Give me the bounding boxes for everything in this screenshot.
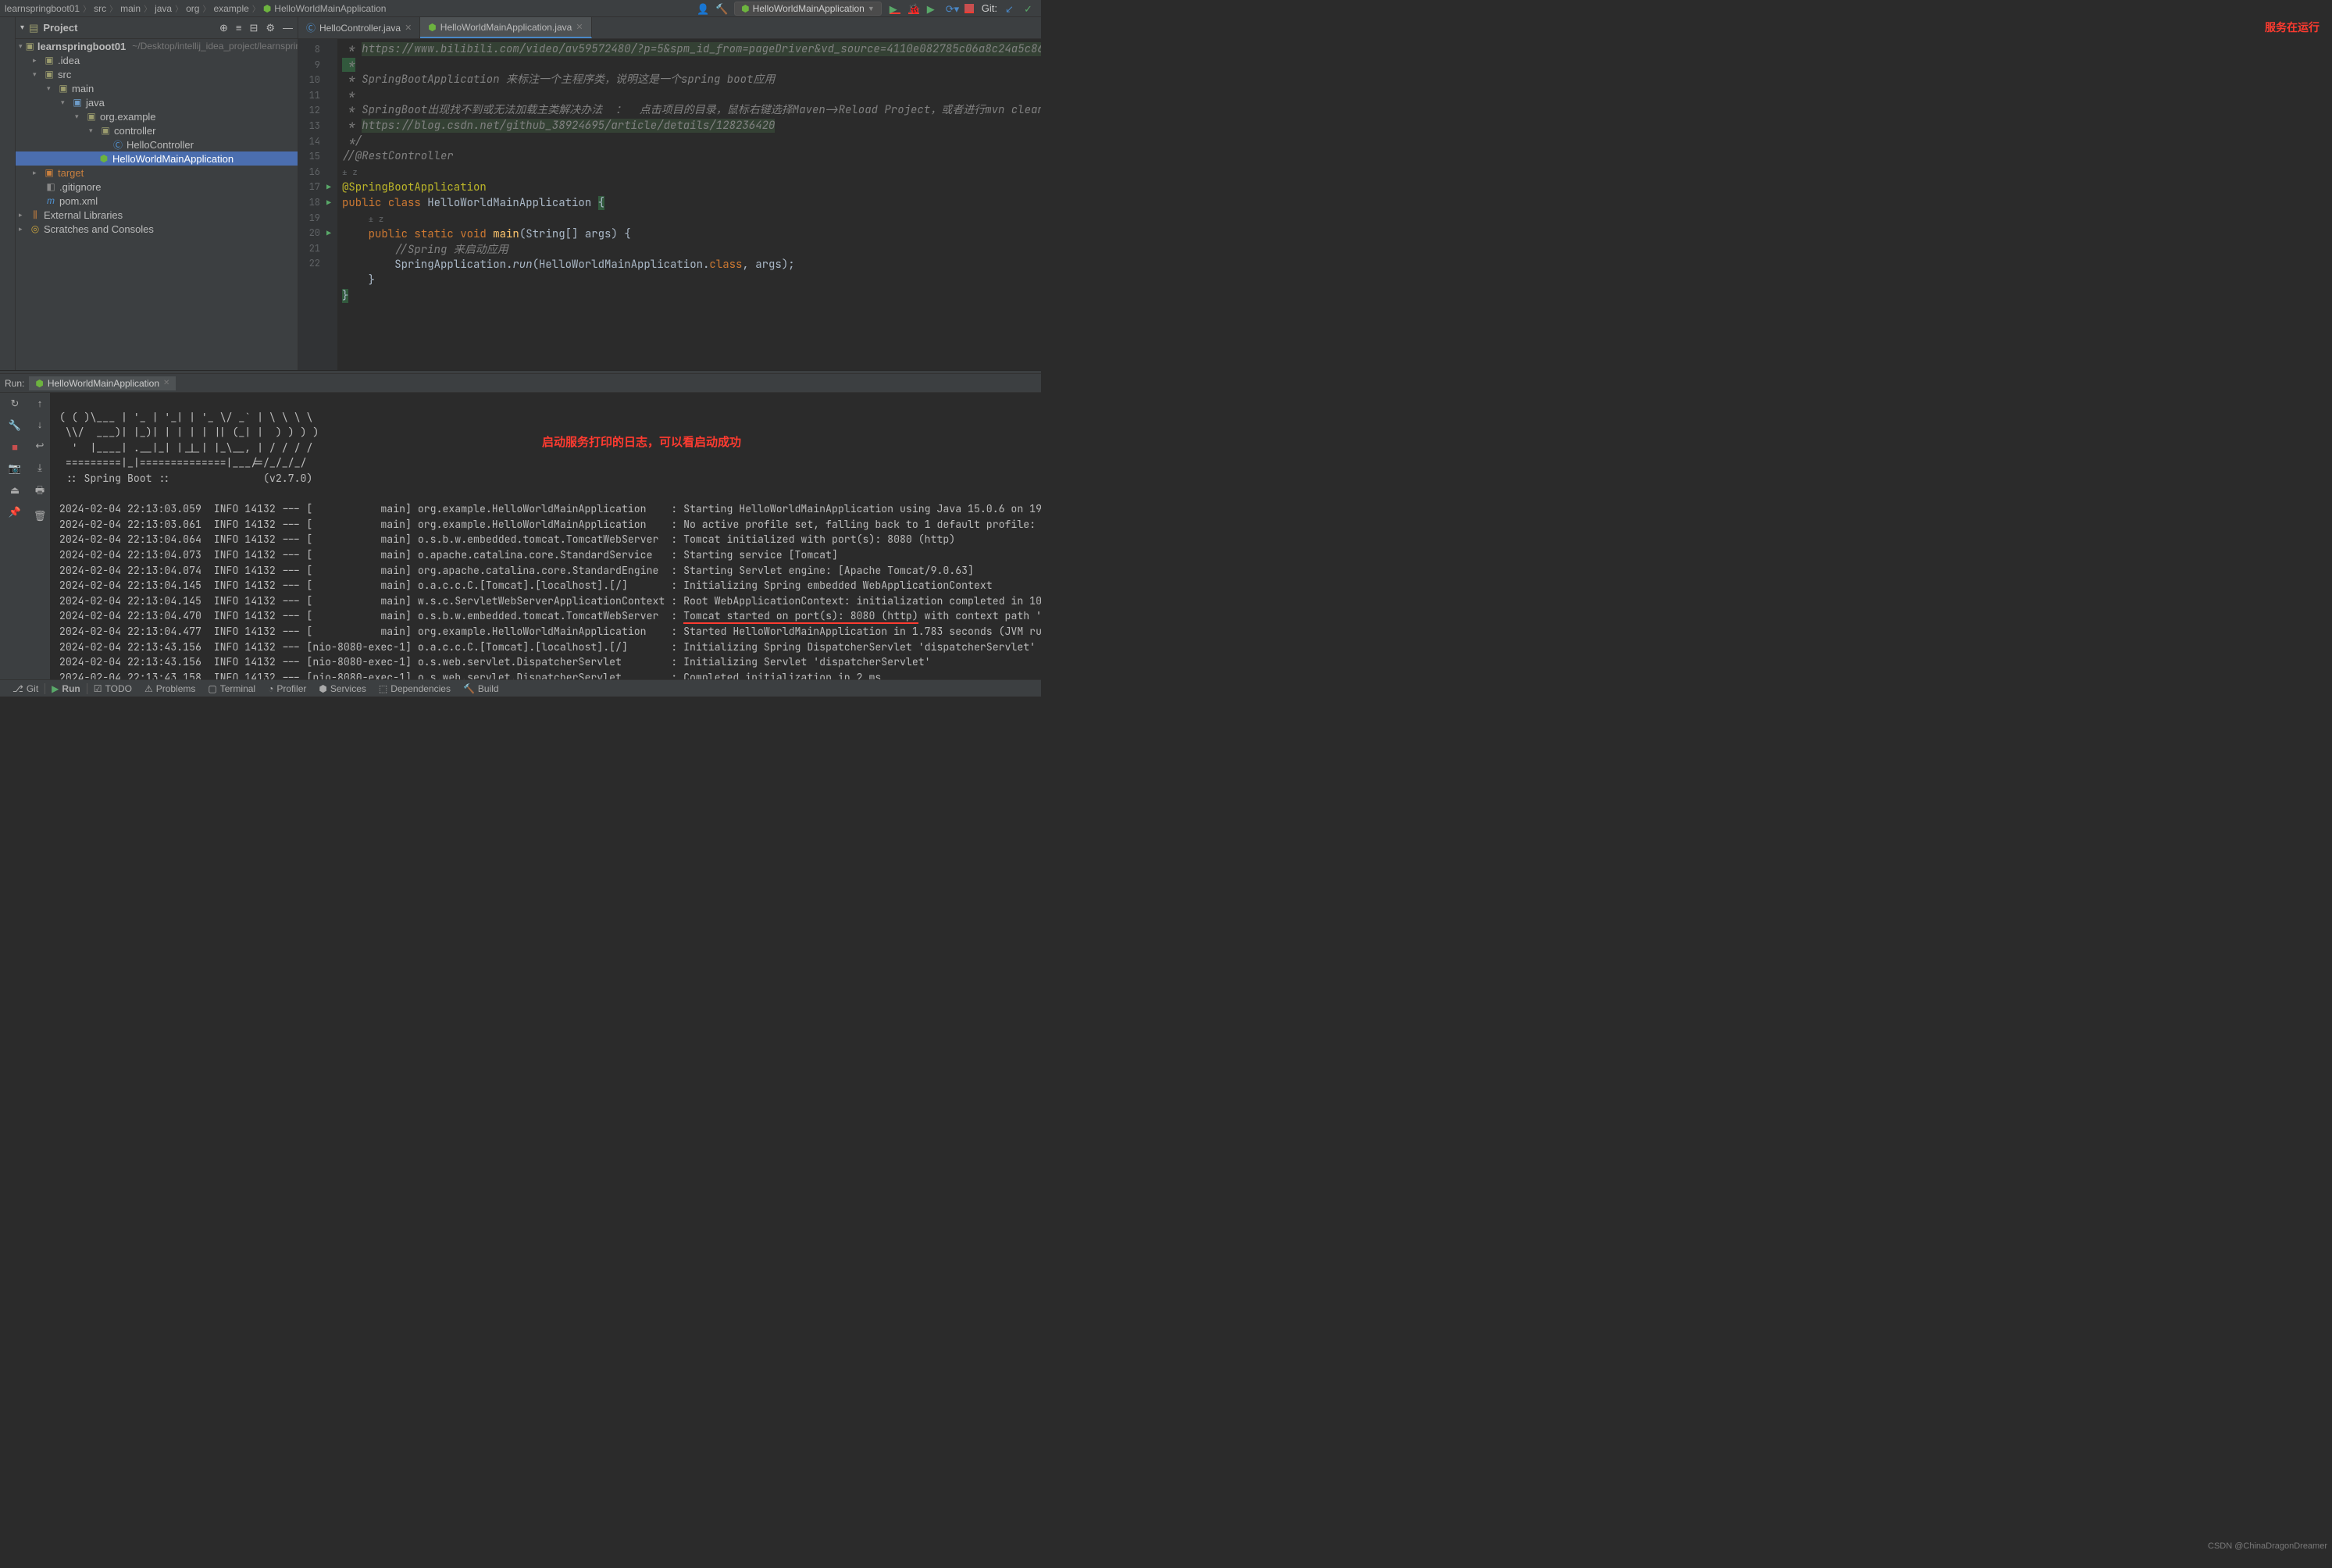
breadcrumb: learnspringboot01〉 src〉 main〉 java〉 org〉…	[0, 2, 386, 14]
editor-gutter[interactable]: ▶ ▶ ▶	[325, 39, 337, 370]
breadcrumb-item[interactable]: java	[155, 3, 172, 14]
annotation-running: 服务在运行	[2265, 20, 2320, 35]
tab-hello-main[interactable]: ⬢ HelloWorldMainApplication.java ✕	[420, 17, 591, 38]
breadcrumb-item[interactable]: src	[94, 3, 106, 14]
hide-icon[interactable]: —	[283, 22, 293, 34]
coverage-icon[interactable]: ▶	[927, 3, 938, 14]
breadcrumb-item[interactable]: HelloWorldMainApplication	[274, 3, 386, 14]
chevron-down-icon[interactable]: ▾	[20, 23, 24, 32]
rerun-icon[interactable]: ↻	[11, 397, 20, 410]
vcs-commit-icon[interactable]: ✓	[1024, 3, 1035, 14]
navigation-bar: learnspringboot01〉 src〉 main〉 java〉 org〉…	[0, 0, 1041, 17]
run-sidebar-left: ↻ 🔧 ■ 📷 ⏏ 📌	[0, 393, 30, 679]
tab-hello-controller[interactable]: Ⓒ HelloController.java ✕	[298, 17, 420, 38]
tree-folder-target[interactable]: ▸▣target	[16, 166, 298, 180]
code-editor[interactable]: 8910111213141516171819202122 ▶ ▶ ▶ * htt…	[298, 39, 1041, 370]
git-label: Git:	[982, 2, 997, 14]
tree-folder-idea[interactable]: ▸▣.idea	[16, 53, 298, 67]
tree-file-pom[interactable]: mpom.xml	[16, 194, 298, 208]
tree-folder-main[interactable]: ▾▣main	[16, 81, 298, 95]
spring-icon: ⬢	[741, 3, 749, 14]
collapse-all-icon[interactable]: ⊟	[249, 22, 258, 34]
wrench-icon[interactable]: 🔧	[9, 419, 21, 432]
close-icon[interactable]: ✕	[576, 22, 583, 32]
editor-tabs: Ⓒ HelloController.java ✕ ⬢ HelloWorldMai…	[298, 17, 1041, 39]
status-services[interactable]: ⬢Services	[312, 683, 373, 694]
code-content[interactable]: * https://www.bilibili.com/video/av59572…	[337, 39, 1041, 370]
run-sidebar-inner: ↑ ↓ ↩ ⤓ 🖶 🗑	[30, 393, 50, 679]
breadcrumb-item[interactable]: example	[213, 3, 248, 14]
editor-area: Ⓒ HelloController.java ✕ ⬢ HelloWorldMai…	[298, 17, 1041, 370]
breadcrumb-item[interactable]: learnspringboot01	[5, 3, 80, 14]
tree-file-gitignore[interactable]: ◧.gitignore	[16, 180, 298, 194]
tree-external-libraries[interactable]: ▸⫼External Libraries	[16, 208, 298, 222]
status-todo[interactable]: ☑TODO	[87, 683, 138, 694]
status-build[interactable]: 🔨Build	[457, 683, 505, 694]
breadcrumb-item[interactable]: org	[186, 3, 199, 14]
vcs-update-icon[interactable]: ↙	[1005, 3, 1016, 14]
project-panel: ▾ ▤ Project ⊕ ≡ ⊟ ⚙ — ▾▣ learnspringboot…	[16, 17, 298, 370]
class-icon: Ⓒ	[306, 21, 316, 34]
print-icon[interactable]: 🖶	[35, 483, 45, 501]
run-line-marker-icon[interactable]: ▶	[326, 180, 331, 195]
camera-icon[interactable]: 📷	[9, 462, 21, 475]
project-icon: ▤	[29, 22, 38, 34]
annotation-log: 启动服务打印的日志，可以看启动成功	[542, 435, 741, 451]
status-run[interactable]: ▶Run	[45, 683, 87, 694]
run-tool-window: Run: ⬢ HelloWorldMainApplication ✕ ↻ 🔧 ■…	[0, 373, 1041, 679]
left-tool-stripe[interactable]	[0, 17, 16, 370]
run-tab[interactable]: ⬢ HelloWorldMainApplication ✕	[29, 376, 176, 390]
gear-icon[interactable]: ⚙	[266, 22, 275, 34]
trash-icon[interactable]: 🗑	[34, 510, 47, 522]
expand-all-icon[interactable]: ≡	[236, 22, 242, 34]
tree-folder-controller[interactable]: ▾▣controller	[16, 123, 298, 137]
close-icon[interactable]: ✕	[405, 23, 412, 33]
debug-button-icon[interactable]: 🐞	[908, 3, 919, 14]
tree-folder-src[interactable]: ▾▣src	[16, 67, 298, 81]
run-button-icon[interactable]: ▶	[890, 3, 900, 14]
scroll-end-icon[interactable]: ⤓	[37, 461, 42, 474]
watermark: CSDN @ChinaDragonDreamer	[2208, 1541, 2327, 1551]
console-output[interactable]: ( ( )\___ | '_ | '_| | '_ \/ _` | \ \ \ …	[50, 393, 1041, 679]
status-terminal[interactable]: ▢Terminal	[201, 683, 262, 694]
status-git[interactable]: ⎇Git	[6, 683, 45, 694]
build-hammer-icon[interactable]: 🔨	[715, 3, 726, 14]
tree-root[interactable]: ▾▣ learnspringboot01~/Desktop/intellij_i…	[16, 39, 298, 53]
spring-icon: ⬢	[35, 378, 43, 389]
project-panel-title: Project	[43, 22, 215, 34]
status-bar: ⎇Git ▶Run ☑TODO ⚠Problems ▢Terminal ◔Pro…	[0, 679, 1041, 697]
close-icon[interactable]: ✕	[163, 379, 169, 387]
run-line-marker-icon[interactable]: ▶	[326, 195, 331, 211]
tree-scratches[interactable]: ▸◎Scratches and Consoles	[16, 222, 298, 236]
status-profiler[interactable]: ◔Profiler	[262, 683, 312, 694]
status-problems[interactable]: ⚠Problems	[138, 683, 201, 694]
attach-icon[interactable]: ⟳▾	[946, 3, 957, 14]
run-line-marker-icon[interactable]: ▶	[326, 226, 331, 241]
run-configuration-selector[interactable]: ⬢ HelloWorldMainApplication ▼	[734, 2, 882, 16]
exit-icon[interactable]: ⏏	[10, 484, 20, 497]
pin-icon[interactable]: 📌	[9, 506, 21, 519]
status-dependencies[interactable]: ⬚Dependencies	[373, 683, 457, 694]
tree-package[interactable]: ▾▣org.example	[16, 109, 298, 123]
stop-icon[interactable]: ■	[12, 441, 18, 453]
spring-icon: ⬢	[428, 22, 436, 33]
spring-icon: ⬢	[263, 3, 271, 14]
run-label: Run:	[5, 378, 24, 389]
down-icon[interactable]: ↓	[37, 419, 43, 430]
tree-folder-java[interactable]: ▾▣java	[16, 95, 298, 109]
line-numbers: 8910111213141516171819202122	[298, 39, 325, 370]
tree-file-hello-main[interactable]: ⬢HelloWorldMainApplication	[16, 151, 298, 166]
tree-file-hello-controller[interactable]: ⒸHelloController	[16, 137, 298, 151]
up-icon[interactable]: ↑	[37, 397, 43, 409]
stop-button-icon[interactable]	[965, 4, 974, 13]
soft-wrap-icon[interactable]: ↩	[36, 440, 45, 452]
project-tree[interactable]: ▾▣ learnspringboot01~/Desktop/intellij_i…	[16, 39, 298, 236]
select-target-icon[interactable]: ⊕	[219, 22, 228, 34]
breadcrumb-item[interactable]: main	[120, 3, 141, 14]
user-icon[interactable]: 👤▾	[697, 3, 708, 14]
